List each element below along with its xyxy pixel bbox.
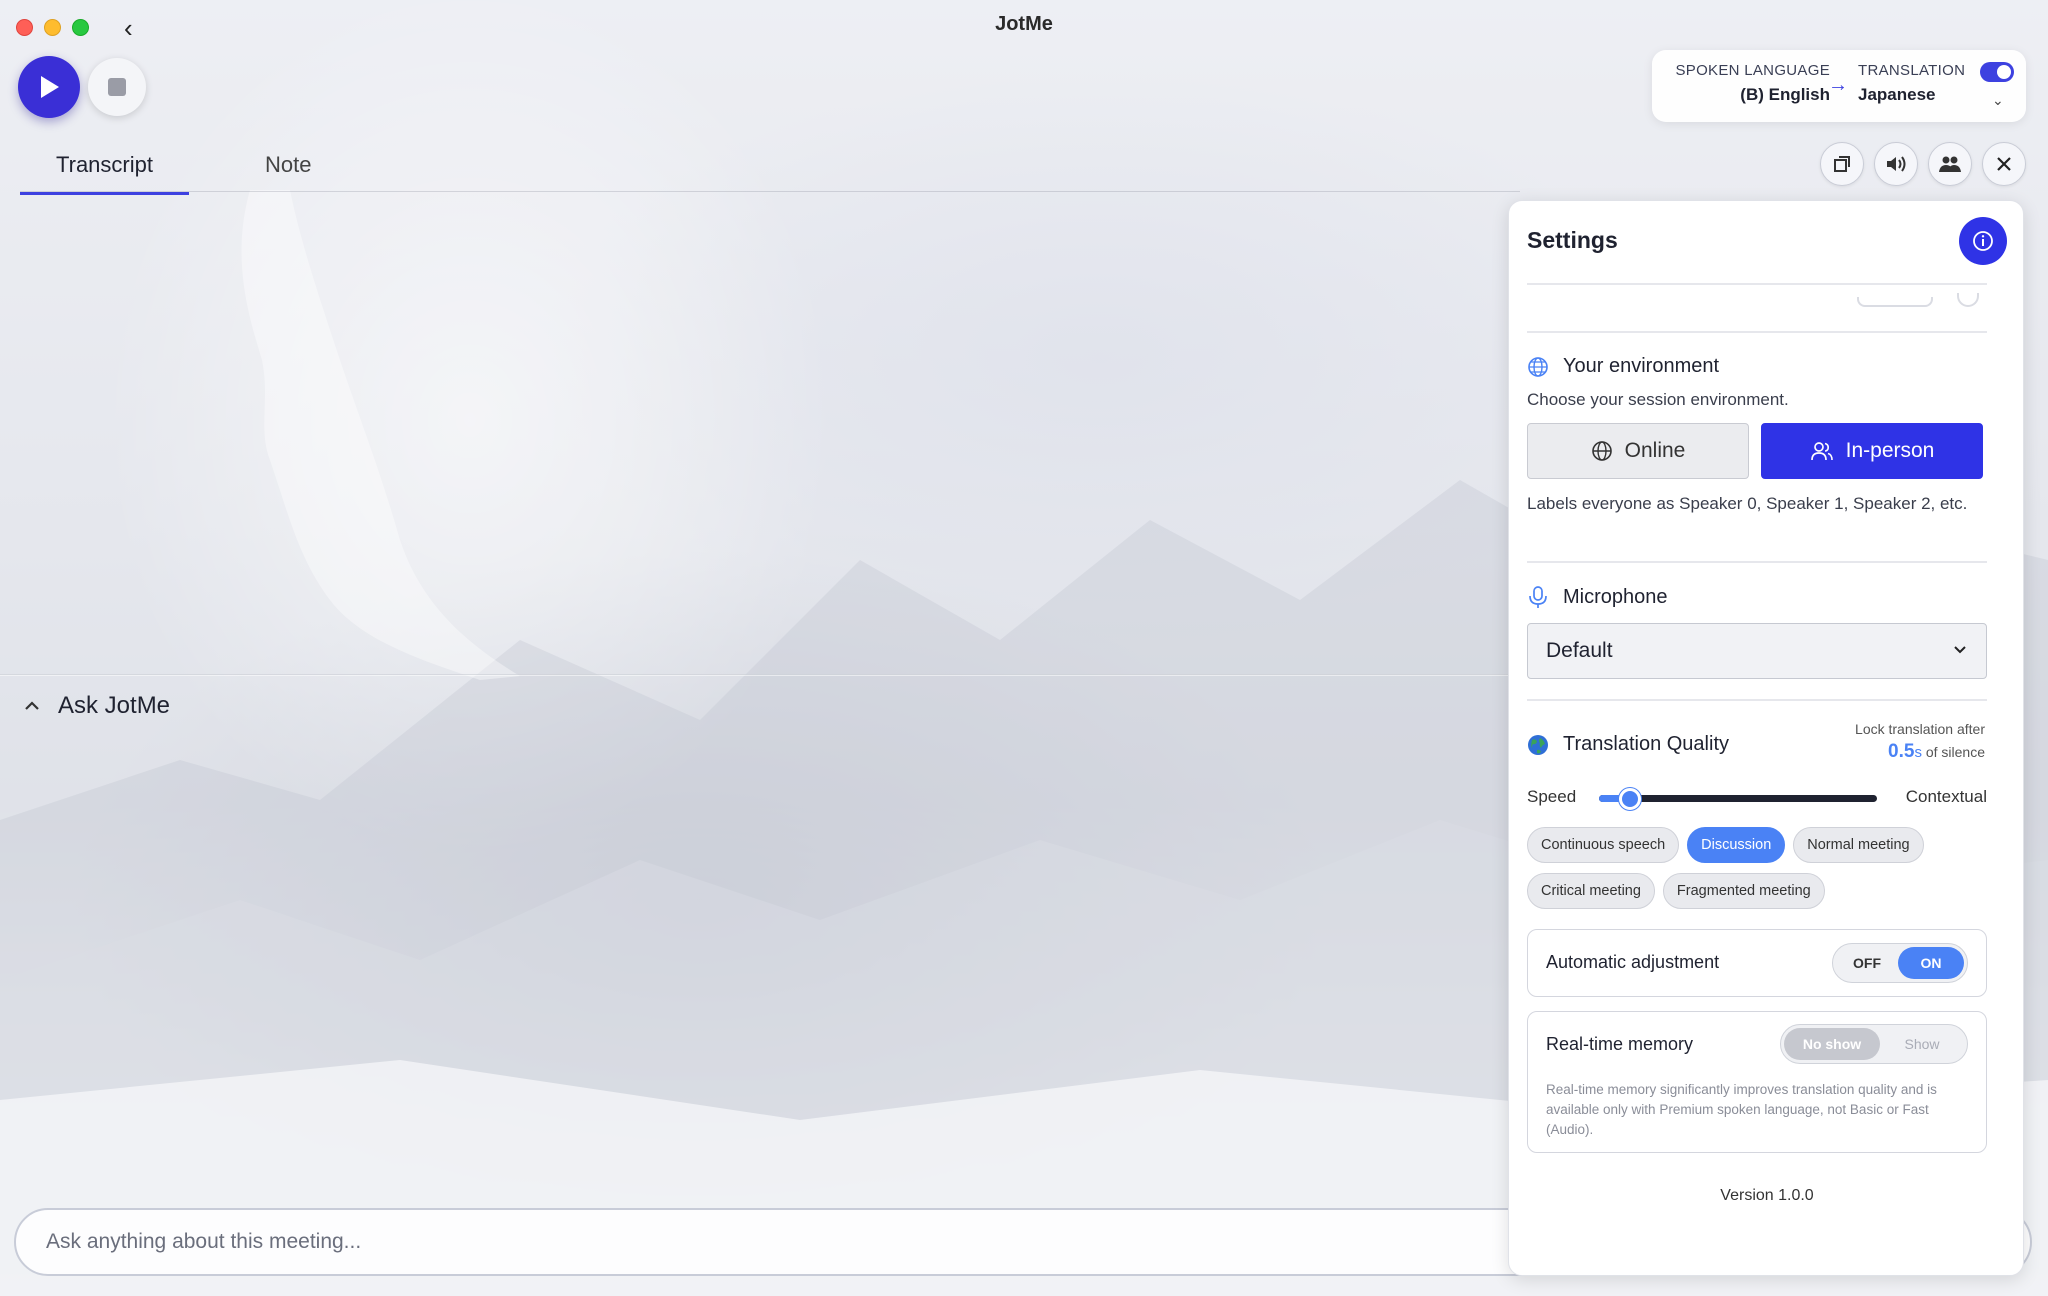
- realtime-memory-title: Real-time memory: [1546, 1034, 1694, 1054]
- language-selector[interactable]: SPOKEN LANGUAGE (B) English → TRANSLATIO…: [1652, 50, 2026, 122]
- globe-icon: [1528, 356, 1548, 377]
- close-icon: [1997, 157, 2011, 171]
- scrolled-control: [1857, 297, 1933, 307]
- translation-toggle[interactable]: [1980, 62, 2014, 82]
- globe-icon: [1591, 441, 1612, 461]
- spoken-language-value: (B) English: [1740, 85, 1830, 104]
- auto-adjust-on[interactable]: ON: [1898, 947, 1964, 979]
- memory-no-show[interactable]: No show: [1784, 1028, 1880, 1060]
- section-divider: [1527, 331, 1987, 333]
- slider-speed-label: Speed: [1527, 787, 1577, 806]
- translation-label: TRANSLATION: [1858, 62, 1966, 79]
- microphone-title: Microphone: [1563, 585, 1668, 608]
- window-title: JotMe: [995, 13, 1053, 35]
- realtime-memory-toggle[interactable]: No show Show: [1780, 1024, 1968, 1064]
- lock-unit: s: [1914, 744, 1922, 761]
- arrow-right-icon: →: [1828, 74, 1848, 96]
- toolbar-icons: [1820, 142, 2026, 186]
- online-button[interactable]: Online: [1527, 423, 1749, 479]
- play-button[interactable]: [18, 56, 80, 118]
- speaker-icon: [1887, 156, 1906, 172]
- play-icon: [41, 76, 59, 98]
- spoken-language-label: SPOKEN LANGUAGE: [1675, 62, 1830, 79]
- stop-button[interactable]: [88, 58, 146, 116]
- environment-header: Your environment: [1527, 355, 1719, 378]
- preset-chip-normal-meeting[interactable]: Normal meeting: [1793, 827, 1924, 863]
- quality-slider-thumb[interactable]: [1619, 788, 1641, 810]
- microphone-select[interactable]: Default: [1527, 623, 1987, 679]
- spoken-language[interactable]: SPOKEN LANGUAGE (B) English: [1675, 62, 1830, 105]
- preset-chip-continuous-speech[interactable]: Continuous speech: [1527, 827, 1680, 863]
- copy-window-icon: [1834, 156, 1850, 172]
- environment-description: Labels everyone as Speaker 0, Speaker 1,…: [1527, 494, 1968, 513]
- preset-chip-critical-meeting[interactable]: Critical meeting: [1527, 873, 1655, 909]
- users-icon: [1810, 442, 1833, 461]
- stop-icon: [108, 78, 126, 96]
- info-icon: [1973, 231, 1993, 251]
- lock-translation-value: 0.5s of silence: [1855, 741, 1985, 763]
- chevron-down-icon: [1954, 646, 1966, 654]
- settings-title: Settings: [1527, 227, 1618, 253]
- chevron-down-icon[interactable]: ⌄: [1992, 92, 2004, 109]
- realtime-memory-description: Real-time memory significantly improves …: [1546, 1082, 1937, 1137]
- lock-translation-info: Lock translation after 0.5s of silence: [1855, 721, 1985, 763]
- tab-divider: [20, 191, 1520, 192]
- close-settings-button[interactable]: [1982, 142, 2026, 186]
- preset-chips: Continuous speech Discussion Normal meet…: [1527, 827, 1997, 909]
- ask-jotme-header[interactable]: Ask JotMe: [24, 692, 170, 720]
- microphone-icon: [1529, 586, 1547, 608]
- in-person-button[interactable]: In-person: [1761, 423, 1983, 479]
- chevron-up-icon: [25, 701, 39, 710]
- quality-slider[interactable]: [1599, 788, 1877, 810]
- section-divider: [1527, 561, 1987, 563]
- microphone-selected-value: Default: [1546, 639, 1613, 662]
- tab-transcript[interactable]: Transcript: [20, 140, 189, 195]
- tab-note[interactable]: Note: [229, 140, 347, 195]
- slider-contextual-label: Contextual: [1905, 787, 1987, 806]
- translation-quality-header: Translation Quality: [1527, 733, 1729, 756]
- participants-button[interactable]: [1928, 142, 1972, 186]
- translation-quality-title: Translation Quality: [1563, 733, 1729, 755]
- auto-adjust-off[interactable]: OFF: [1836, 947, 1898, 979]
- settings-panel: Settings Your environment Choose your se…: [1508, 200, 2024, 1276]
- preset-chip-discussion[interactable]: Discussion: [1687, 827, 1786, 863]
- quality-slider-row: Speed Contextual: [1527, 783, 1987, 813]
- earth-icon: [1528, 734, 1548, 755]
- auto-adjust-toggle[interactable]: OFF ON: [1832, 943, 1968, 983]
- info-button[interactable]: [1959, 217, 2007, 265]
- realtime-memory-card: Real-time memory No show Show Real-time …: [1527, 1011, 1987, 1153]
- section-divider: [1527, 699, 1987, 701]
- speaker-button[interactable]: [1874, 142, 1918, 186]
- environment-subtitle: Choose your session environment.: [1527, 390, 1789, 409]
- tab-bar: Transcript Note: [20, 140, 347, 195]
- ask-jotme-title: Ask JotMe: [58, 692, 171, 719]
- translation-value: Japanese: [1858, 85, 1936, 104]
- scrolled-control-round: [1957, 293, 1979, 307]
- people-icon: [1939, 156, 1961, 172]
- memory-show[interactable]: Show: [1880, 1028, 1964, 1060]
- lock-suffix: of silence: [1925, 744, 1985, 760]
- microphone-header: Microphone: [1527, 585, 1668, 609]
- lock-translation-label: Lock translation after: [1855, 721, 1985, 737]
- preset-chip-fragmented-meeting[interactable]: Fragmented meeting: [1662, 873, 1825, 909]
- ask-section-divider: [0, 674, 1510, 676]
- lock-seconds: 0.5: [1888, 741, 1915, 762]
- online-label: Online: [1624, 439, 1686, 462]
- translation-language[interactable]: TRANSLATION Japanese: [1858, 62, 1965, 105]
- settings-header-divider: [1527, 283, 1987, 285]
- environment-title: Your environment: [1563, 355, 1720, 377]
- version-label: Version 1.0.0: [1720, 1187, 1814, 1204]
- in-person-label: In-person: [1845, 439, 1935, 462]
- auto-adjust-title: Automatic adjustment: [1546, 952, 1720, 972]
- auto-adjust-card: Automatic adjustment OFF ON: [1527, 929, 1987, 997]
- popout-window-button[interactable]: [1820, 142, 1864, 186]
